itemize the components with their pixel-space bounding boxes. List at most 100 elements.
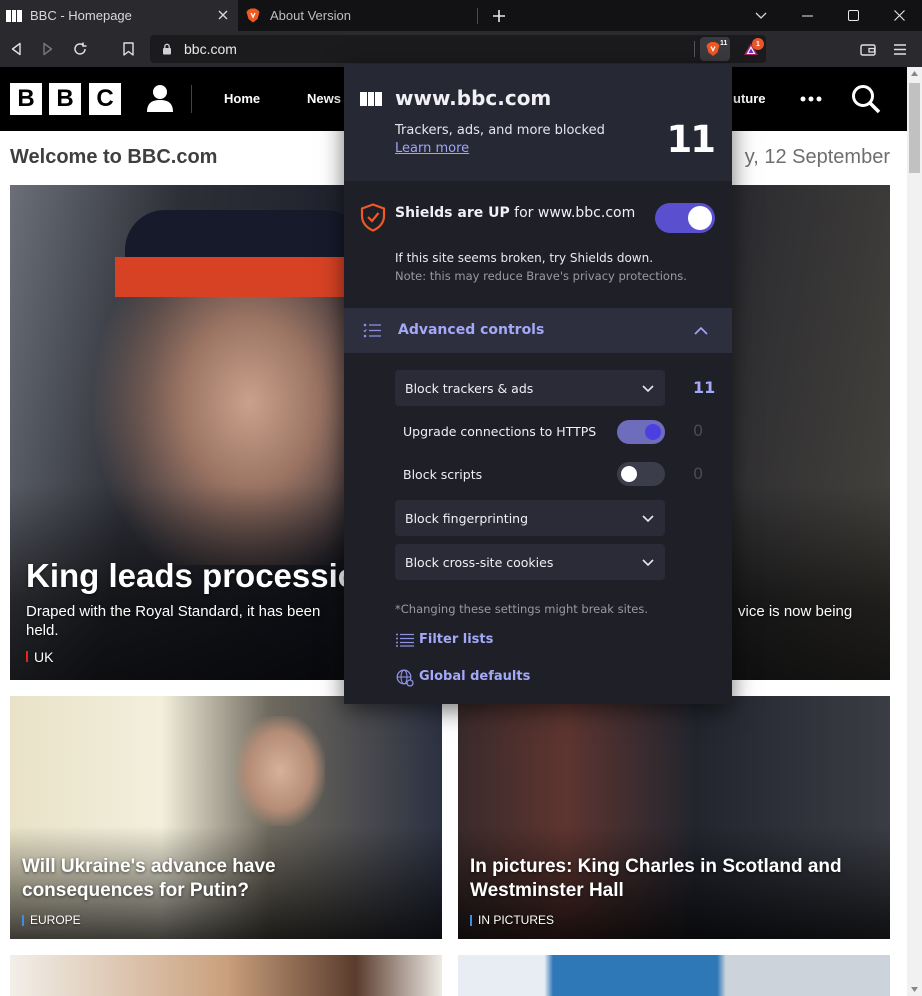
address-bar[interactable]: bbc.com 11 1 xyxy=(150,35,766,63)
back-arrow-icon xyxy=(11,42,21,56)
chevron-down-icon xyxy=(755,12,767,19)
plus-icon xyxy=(493,10,505,22)
shields-status-bold: Shields are UP xyxy=(395,205,510,221)
nav-home[interactable]: Home xyxy=(224,91,260,106)
tab-bbc-homepage[interactable]: BBC - Homepage xyxy=(0,0,238,31)
nav-future[interactable]: uture xyxy=(733,91,766,106)
upgrade-https-toggle[interactable] xyxy=(617,420,665,444)
scroll-down-arrow-icon[interactable] xyxy=(911,987,918,992)
bookmark-button[interactable] xyxy=(116,37,140,61)
minimize-button[interactable] xyxy=(784,0,830,31)
broken-site-hint: If this site seems broken, try Shields d… xyxy=(395,251,654,265)
brave-shields-panel: www.bbc.com Trackers, ads, and more bloc… xyxy=(344,64,732,704)
settings-warning-text: *Changing these settings might break sit… xyxy=(395,602,649,616)
more-dots-icon[interactable] xyxy=(800,96,822,102)
hero-headline[interactable]: King leads processio xyxy=(26,557,358,595)
trackers-count: 11 xyxy=(693,378,716,397)
close-window-button[interactable] xyxy=(876,0,922,31)
chevron-down-icon xyxy=(642,559,654,567)
search-icon[interactable] xyxy=(851,84,881,114)
tab-title: About Version xyxy=(270,8,351,23)
shields-header: www.bbc.com Trackers, ads, and more bloc… xyxy=(344,64,732,181)
filter-lists-link[interactable]: Filter lists xyxy=(419,632,493,647)
story-ukraine[interactable]: Will Ukraine's advance have consequences… xyxy=(10,696,442,939)
block-fingerprinting-label: Block fingerprinting xyxy=(405,511,529,526)
advanced-controls-toggle[interactable]: Advanced controls xyxy=(344,308,732,353)
site-favicon-icon xyxy=(360,92,383,106)
globe-settings-icon[interactable] xyxy=(396,669,414,687)
maximize-icon xyxy=(847,10,859,21)
back-button[interactable] xyxy=(4,37,28,61)
wallet-button[interactable] xyxy=(856,37,880,61)
rewards-badge: 1 xyxy=(752,38,764,50)
scroll-up-arrow-icon[interactable] xyxy=(911,71,918,76)
maximize-button[interactable] xyxy=(830,0,876,31)
bbc-logo-b2[interactable]: B xyxy=(49,83,81,115)
brave-shields-button[interactable]: 11 xyxy=(700,37,730,61)
story-headline[interactable]: Will Ukraine's advance have consequences… xyxy=(22,855,322,903)
scripts-count: 0 xyxy=(693,464,704,483)
close-icon xyxy=(893,10,905,21)
forward-button[interactable] xyxy=(36,37,60,61)
date-heading: y, 12 September xyxy=(744,146,890,168)
nav-news[interactable]: News xyxy=(307,91,341,106)
shields-badge: 11 xyxy=(720,40,728,47)
story-next-left[interactable] xyxy=(10,955,442,996)
hero-summary: Draped with the Royal Standard, it has b… xyxy=(26,603,321,620)
bbc-logo-c[interactable]: C xyxy=(89,83,121,115)
url-divider xyxy=(694,41,695,57)
new-tab-button[interactable] xyxy=(488,5,510,27)
block-cookies-label: Block cross-site cookies xyxy=(405,555,554,570)
story-headline[interactable]: In pictures: King Charles in Scotland an… xyxy=(470,855,890,903)
forward-arrow-icon xyxy=(43,42,53,56)
account-user-icon[interactable] xyxy=(144,83,176,113)
block-trackers-dropdown[interactable]: Block trackers & ads xyxy=(395,370,665,406)
reload-button[interactable] xyxy=(68,37,92,61)
story-next-right[interactable] xyxy=(458,955,890,996)
https-count: 0 xyxy=(693,421,704,440)
hamburger-menu-icon xyxy=(894,43,906,55)
scroll-thumb[interactable] xyxy=(909,83,920,173)
hero-summary-right: vice is now being xyxy=(738,603,853,620)
block-scripts-toggle[interactable] xyxy=(617,462,665,486)
putin-photo-region xyxy=(235,716,325,826)
story-tag[interactable]: EUROPE xyxy=(22,913,81,927)
browser-toolbar: bbc.com 11 1 xyxy=(0,31,922,67)
tab-search-button[interactable] xyxy=(738,0,784,31)
learn-more-link[interactable]: Learn more xyxy=(395,141,469,156)
blocked-summary-text: Trackers, ads, and more blocked xyxy=(395,123,605,138)
url-text[interactable]: bbc.com xyxy=(184,41,237,57)
shields-site-name: www.bbc.com xyxy=(395,86,552,110)
tab-divider xyxy=(477,8,478,24)
block-cookies-dropdown[interactable]: Block cross-site cookies xyxy=(395,544,665,580)
chevron-up-icon xyxy=(694,326,708,335)
shields-main-toggle[interactable] xyxy=(655,203,715,233)
bookmark-icon xyxy=(122,42,134,56)
welcome-heading: Welcome to BBC.com xyxy=(10,146,218,168)
shields-status-site: for www.bbc.com xyxy=(509,205,636,221)
bbc-logo-b1[interactable]: B xyxy=(10,83,42,115)
story-tag[interactable]: IN PICTURES xyxy=(470,913,554,927)
filter-list-icon[interactable] xyxy=(396,633,414,647)
chevron-down-icon xyxy=(642,515,654,523)
brave-lion-icon xyxy=(706,42,720,56)
hero-summary-line2: held. xyxy=(26,622,59,639)
list-settings-icon xyxy=(363,323,381,338)
brave-rewards-button[interactable]: 1 xyxy=(740,37,766,61)
global-defaults-link[interactable]: Global defaults xyxy=(419,669,530,684)
hero-tag[interactable]: UK xyxy=(26,649,53,665)
tab-strip: BBC - Homepage About Version xyxy=(0,0,922,31)
minimize-icon xyxy=(801,15,813,16)
shield-icon xyxy=(360,203,386,232)
page-scrollbar[interactable] xyxy=(907,67,922,996)
brave-lion-icon xyxy=(246,8,260,23)
privacy-note: Note: this may reduce Brave's privacy pr… xyxy=(395,269,687,283)
lock-icon[interactable] xyxy=(162,43,172,55)
nav-divider xyxy=(191,85,192,113)
story-in-pictures[interactable]: In pictures: King Charles in Scotland an… xyxy=(458,696,890,939)
main-menu-button[interactable] xyxy=(888,37,912,61)
chevron-down-icon xyxy=(642,385,654,393)
tab-about-version[interactable]: About Version xyxy=(238,0,478,31)
close-tab-icon[interactable] xyxy=(214,6,232,24)
block-fingerprinting-dropdown[interactable]: Block fingerprinting xyxy=(395,500,665,536)
